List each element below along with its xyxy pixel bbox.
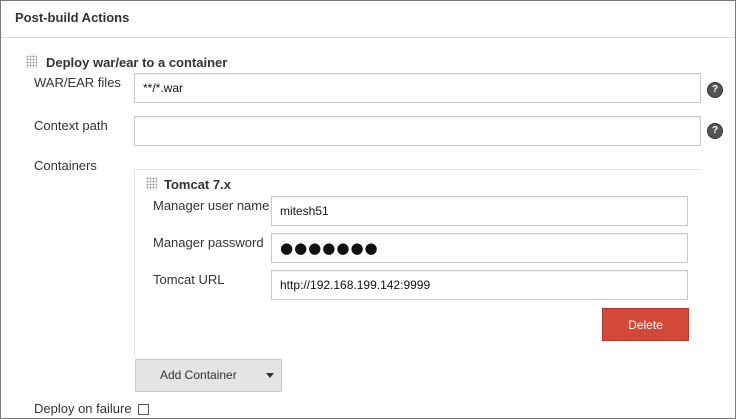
war-files-input[interactable]: **/*.war [134,73,701,103]
help-icon[interactable]: ? [707,123,723,139]
section-title: Post-build Actions [15,10,130,25]
chevron-down-icon[interactable] [266,373,274,378]
context-path-input[interactable] [134,116,701,146]
tomcat-url-label: Tomcat URL [153,272,225,287]
manager-password-label: Manager password [153,235,264,250]
drag-handle-icon[interactable] [26,55,37,68]
war-files-label: WAR/EAR files [34,75,121,90]
containers-label: Containers [34,158,97,173]
manager-password-input[interactable]: ●●●●●●● [271,233,688,263]
tomcat-url-input[interactable]: http://192.168.199.142:9999 [271,270,688,300]
manager-username-label: Manager user name [153,198,270,213]
deploy-on-failure-label: Deploy on failure [34,401,132,416]
drag-handle-icon[interactable] [146,177,157,190]
delete-button[interactable]: Delete [602,308,689,341]
add-container-label: Add Container [160,368,237,382]
tomcat-title: Tomcat 7.x [164,177,231,192]
post-build-actions-panel: Post-build Actions Deploy war/ear to a c… [0,0,736,419]
manager-username-input[interactable]: mitesh51 [271,196,688,226]
divider [1,37,735,38]
deploy-on-failure-checkbox[interactable] [138,404,149,415]
add-container-button[interactable]: Add Container [135,359,282,392]
help-icon[interactable]: ? [707,82,723,98]
deploy-block-title: Deploy war/ear to a container [46,55,228,70]
context-path-label: Context path [34,118,108,133]
